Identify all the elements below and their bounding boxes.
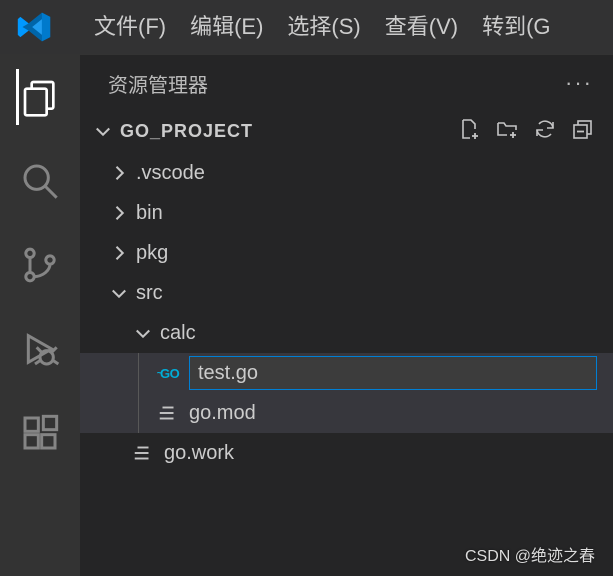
- vscode-logo-icon: [14, 7, 54, 47]
- go-file-icon: GO: [153, 366, 183, 381]
- menu-select[interactable]: 选择(S): [275, 0, 372, 54]
- menu-edit[interactable]: 编辑(E): [178, 0, 275, 54]
- chevron-right-icon: [108, 242, 130, 264]
- explorer-more-icon[interactable]: ···: [565, 70, 593, 96]
- watermark: CSDN @绝迹之春: [465, 542, 595, 566]
- project-section-header[interactable]: GO_PROJECT: [80, 111, 613, 151]
- menu-file[interactable]: 文件(F): [82, 0, 178, 54]
- activity-source-control-icon[interactable]: [16, 241, 64, 289]
- text-file-icon: [128, 442, 158, 464]
- folder-label: calc: [160, 322, 196, 345]
- title-bar: 文件(F) 编辑(E) 选择(S) 查看(V) 转到(G: [0, 0, 613, 54]
- folder-src[interactable]: src: [80, 273, 613, 313]
- activity-explorer-icon[interactable]: [16, 73, 64, 121]
- file-label: go.work: [164, 442, 234, 465]
- chevron-down-icon: [108, 282, 130, 304]
- activity-bar: [0, 55, 80, 576]
- explorer-header: 资源管理器 ···: [80, 55, 613, 111]
- chevron-down-icon: [92, 120, 114, 142]
- folder-label: pkg: [136, 242, 168, 265]
- file-go-work[interactable]: go.work: [80, 433, 613, 473]
- file-test-go[interactable]: GO: [80, 353, 613, 393]
- chevron-right-icon: [108, 162, 130, 184]
- chevron-down-icon: [132, 322, 154, 344]
- project-name: GO_PROJECT: [120, 121, 253, 142]
- text-file-icon: [153, 402, 183, 424]
- folder-calc[interactable]: calc: [80, 313, 613, 353]
- collapse-all-icon[interactable]: [571, 117, 595, 146]
- project-actions: [457, 117, 613, 146]
- menu-go[interactable]: 转到(G: [470, 0, 562, 54]
- refresh-icon[interactable]: [533, 117, 557, 146]
- folder-label: .vscode: [136, 162, 205, 185]
- indent-guide: [138, 353, 139, 393]
- rename-input[interactable]: [189, 356, 597, 390]
- new-file-icon[interactable]: [457, 117, 481, 146]
- menu-view[interactable]: 查看(V): [373, 0, 470, 54]
- folder-pkg[interactable]: pkg: [80, 233, 613, 273]
- folder-label: bin: [136, 202, 163, 225]
- activity-extensions-icon[interactable]: [16, 409, 64, 457]
- indent-guide: [138, 393, 139, 433]
- file-label: go.mod: [189, 402, 256, 425]
- activity-search-icon[interactable]: [16, 157, 64, 205]
- menu-bar: 文件(F) 编辑(E) 选择(S) 查看(V) 转到(G: [82, 0, 563, 54]
- chevron-right-icon: [108, 202, 130, 224]
- folder-vscode[interactable]: .vscode: [80, 153, 613, 193]
- file-go-mod[interactable]: go.mod: [80, 393, 613, 433]
- folder-bin[interactable]: bin: [80, 193, 613, 233]
- file-tree: .vscode bin pkg src: [80, 151, 613, 473]
- new-folder-icon[interactable]: [495, 117, 519, 146]
- explorer-title: 资源管理器: [108, 69, 208, 98]
- activity-run-debug-icon[interactable]: [16, 325, 64, 373]
- explorer-panel: 资源管理器 ··· GO_PROJECT: [80, 55, 613, 576]
- folder-label: src: [136, 282, 163, 305]
